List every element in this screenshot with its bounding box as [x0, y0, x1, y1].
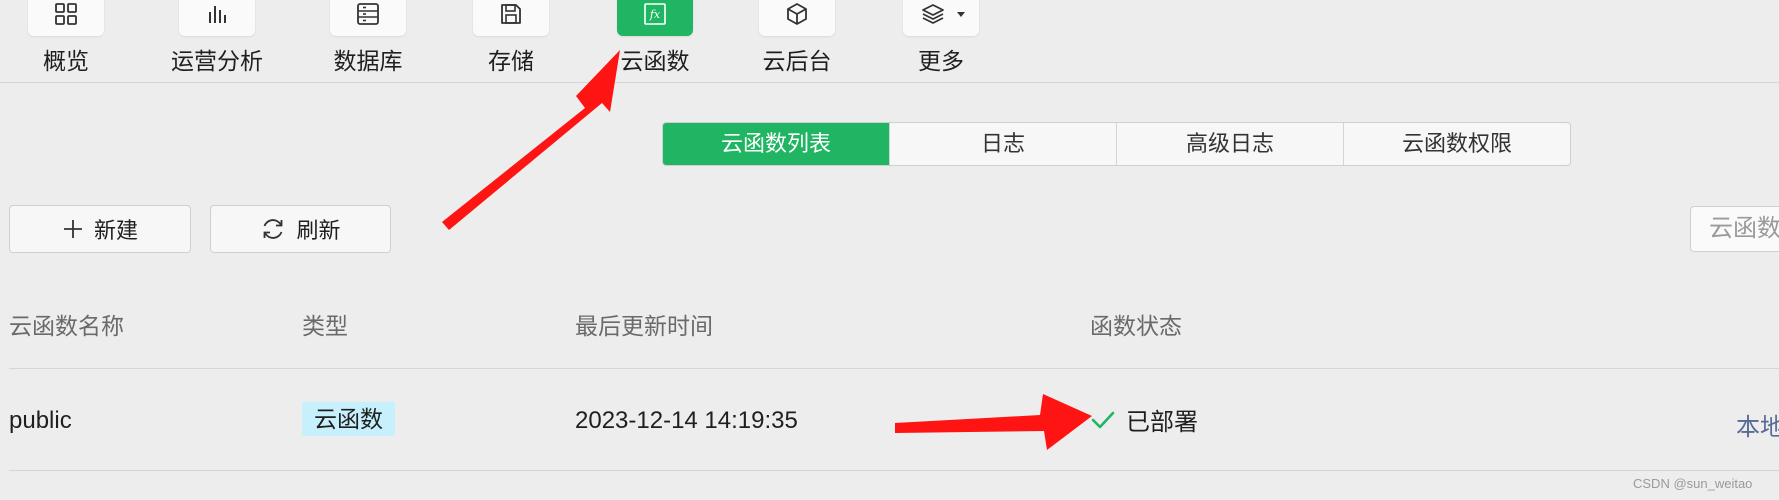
type-badge: 云函数	[302, 402, 395, 436]
column-header-updated: 最后更新时间	[575, 313, 713, 339]
nav-label: 运营分析	[171, 48, 263, 74]
bar-chart-icon	[209, 6, 226, 23]
tab-function-list[interactable]: 云函数列表	[663, 123, 889, 165]
nav-icon-box	[759, 0, 835, 36]
new-button-label: 新建	[93, 218, 138, 243]
fx-function-icon: fx	[644, 3, 666, 25]
cube-icon	[787, 3, 807, 25]
refresh-icon	[264, 219, 283, 239]
nav-label: 概览	[43, 48, 89, 74]
nav-icon-box	[330, 0, 406, 36]
save-disk-icon	[501, 4, 521, 24]
refresh-button-label: 刷新	[296, 218, 341, 243]
nav-label: 存储	[488, 48, 534, 74]
nav-label: 云后台	[762, 48, 832, 74]
updated-time-cell: 2023-12-14 14:19:35	[575, 407, 798, 434]
chevron-down-icon	[957, 12, 965, 17]
checkmark-icon	[1091, 411, 1115, 428]
column-header-type: 类型	[302, 313, 348, 339]
header-divider	[9, 368, 1779, 369]
top-navigation: 概览 运营分析 数据库 存储 fx 云函数 云后台 更多	[0, 0, 1779, 83]
tab-advanced-logs[interactable]: 高级日志	[1116, 123, 1343, 165]
status-cell: 已部署	[1090, 402, 1198, 437]
refresh-button[interactable]: 刷新	[210, 205, 391, 253]
row-action-link[interactable]: 本地	[1736, 407, 1779, 442]
status-label: 已部署	[1126, 409, 1198, 436]
column-header-name: 云函数名称	[9, 313, 124, 339]
annotation-arrow-status	[895, 394, 1092, 450]
column-header-status: 函数状态	[1090, 313, 1182, 339]
tab-function-permissions[interactable]: 云函数权限	[1343, 123, 1570, 165]
nav-label: 云函数	[620, 48, 690, 74]
svg-text:fx: fx	[649, 8, 661, 21]
nav-icon-box	[28, 0, 104, 36]
nav-icon-box	[179, 0, 255, 36]
watermark: CSDN @sun_weitao	[1633, 476, 1753, 491]
nav-label: 更多	[918, 48, 964, 74]
nav-icon-box	[473, 0, 549, 36]
function-tabs: 云函数列表 日志 高级日志 云函数权限	[662, 122, 1571, 166]
nav-label: 数据库	[333, 48, 403, 74]
function-name-cell[interactable]: public	[9, 407, 72, 435]
nav-icon-box: fx	[617, 0, 693, 36]
layers-icon	[922, 4, 944, 24]
nav-icon-box	[903, 0, 979, 36]
grid-icon	[55, 3, 77, 25]
new-function-button[interactable]: 新建	[9, 205, 191, 253]
row-divider	[9, 470, 1779, 471]
search-input[interactable]: 云函数	[1690, 206, 1779, 252]
plus-icon	[63, 220, 82, 238]
tab-logs[interactable]: 日志	[889, 123, 1116, 165]
database-icon	[357, 3, 379, 25]
